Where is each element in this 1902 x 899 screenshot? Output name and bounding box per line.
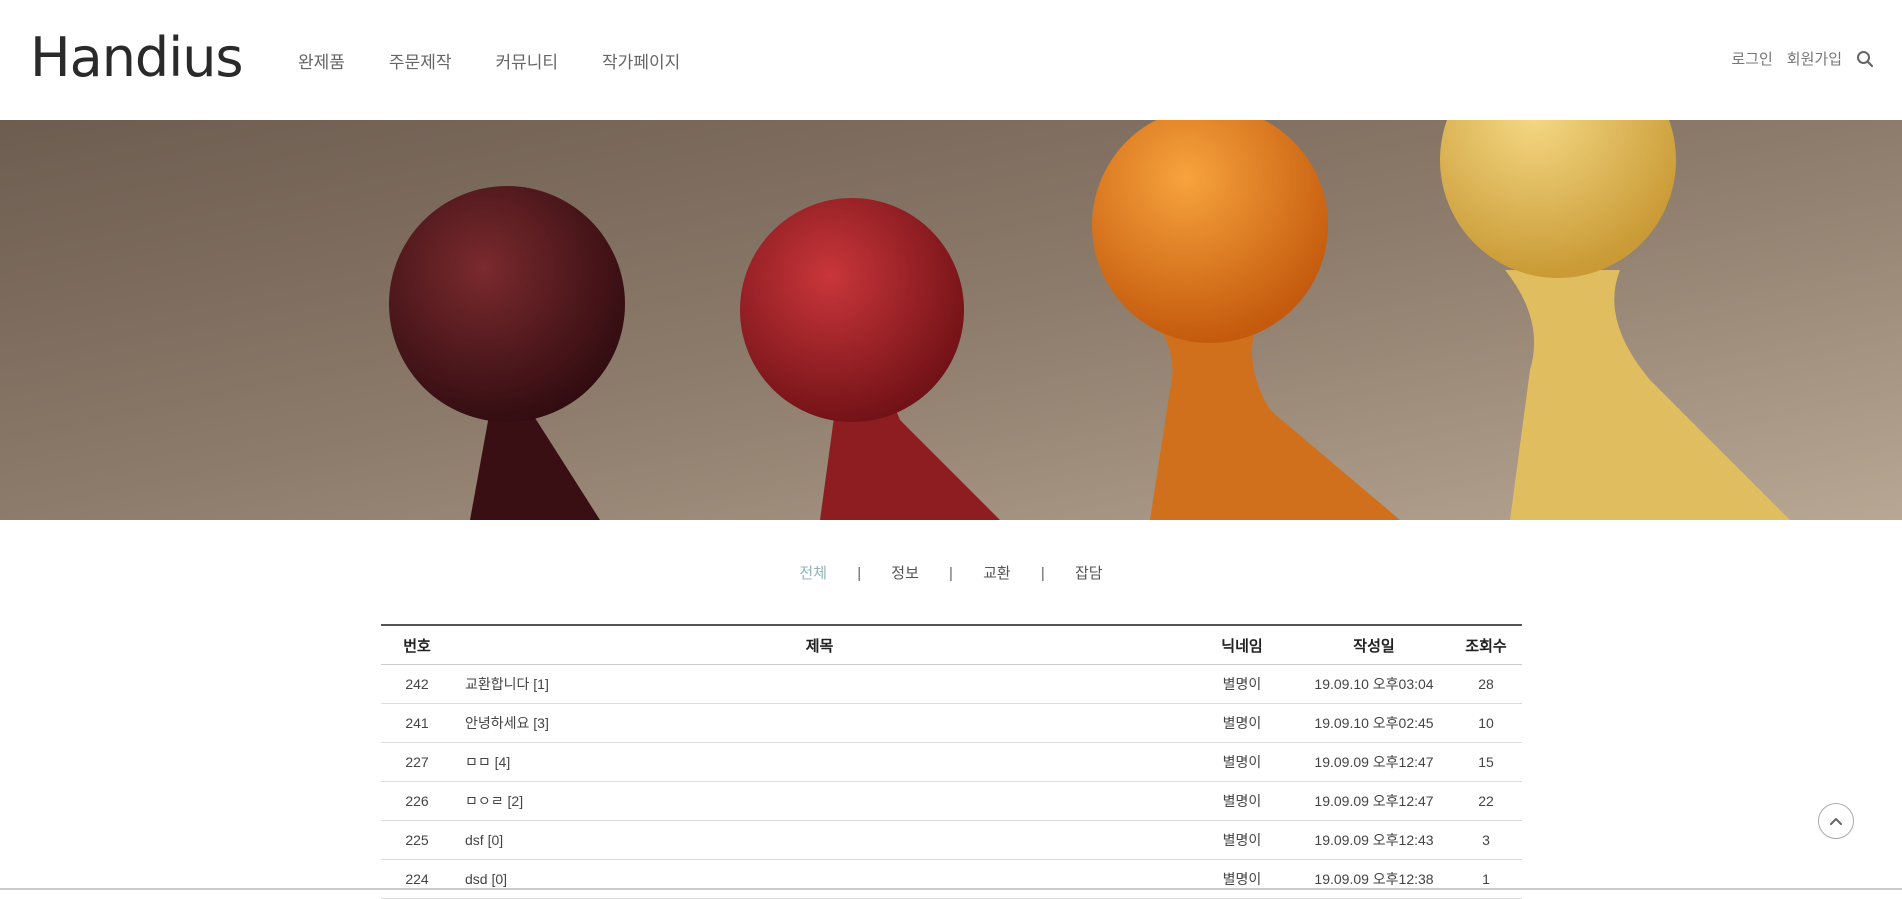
post-date: 19.09.09 오후12:43 — [1298, 820, 1450, 860]
post-views: 22 — [1450, 781, 1522, 821]
post-date: 19.09.09 오후12:47 — [1298, 742, 1450, 782]
post-views: 15 — [1450, 742, 1522, 782]
post-views: 28 — [1450, 664, 1522, 704]
post-date: 19.09.09 오후12:38 — [1298, 859, 1450, 899]
post-no: 226 — [381, 781, 453, 821]
post-title-link[interactable]: dsd [0] — [453, 859, 1186, 899]
post-no: 225 — [381, 820, 453, 860]
header-date: 작성일 — [1298, 624, 1450, 665]
post-title-link[interactable]: 교환합니다 [1] — [453, 664, 1186, 704]
board-table: 번호 제목 닉네임 작성일 조회수 242 교환합니다 [1] 별명이 19.0… — [381, 624, 1522, 899]
logo[interactable]: Handius — [30, 26, 244, 90]
header-no: 번호 — [381, 624, 453, 665]
post-no: 241 — [381, 703, 453, 743]
tab-exchange[interactable]: 교환 — [983, 565, 1011, 582]
post-date: 19.09.10 오후03:04 — [1298, 664, 1450, 704]
post-views: 3 — [1450, 820, 1522, 860]
post-views: 1 — [1450, 859, 1522, 899]
table-row[interactable]: 242 교환합니다 [1] 별명이 19.09.10 오후03:04 28 — [381, 664, 1522, 704]
header-nickname: 닉네임 — [1186, 624, 1298, 665]
wooden-pawns-image — [0, 120, 1902, 520]
table-row[interactable]: 227 ㅁㅁ [4] 별명이 19.09.09 오후12:47 15 — [381, 742, 1522, 782]
post-views: 10 — [1450, 703, 1522, 743]
post-no: 227 — [381, 742, 453, 782]
post-nickname: 별명이 — [1186, 820, 1298, 860]
tab-separator: | — [949, 565, 953, 582]
post-nickname: 별명이 — [1186, 742, 1298, 782]
tab-separator: | — [1040, 565, 1045, 582]
nav-item-finished-goods[interactable]: 완제품 — [298, 48, 345, 73]
post-title-link[interactable]: dsf [0] — [453, 820, 1186, 860]
table-row[interactable]: 241 안녕하세요 [3] 별명이 19.09.10 오후02:45 10 — [381, 703, 1522, 743]
scroll-to-top-button[interactable] — [1818, 803, 1854, 839]
header-title: 제목 — [453, 624, 1186, 665]
signup-link[interactable]: 회원가입 — [1787, 48, 1842, 69]
post-nickname: 별명이 — [1186, 664, 1298, 704]
table-row[interactable]: 226 ㅁㅇㄹ [2] 별명이 19.09.09 오후12:47 22 — [381, 781, 1522, 821]
post-title-link[interactable]: ㅁㅇㄹ [2] — [453, 781, 1186, 821]
nav-item-artist-page[interactable]: 작가페이지 — [602, 48, 680, 73]
login-link[interactable]: 로그인 — [1731, 48, 1772, 69]
table-row[interactable]: 225 dsf [0] 별명이 19.09.09 오후12:43 3 — [381, 820, 1522, 860]
nav-item-custom-order[interactable]: 주문제작 — [389, 48, 452, 73]
user-utilities: 로그인 회원가입 — [1717, 48, 1874, 69]
post-nickname: 별명이 — [1186, 703, 1298, 743]
site-header: Handius 완제품 주문제작 커뮤니티 작가페이지 로그인 회원가입 — [0, 0, 1902, 120]
post-title-link[interactable]: ㅁㅁ [4] — [453, 742, 1186, 782]
post-nickname: 별명이 — [1186, 781, 1298, 821]
tab-all[interactable]: 전체 — [799, 565, 827, 582]
post-no: 242 — [381, 664, 453, 704]
post-date: 19.09.09 오후12:47 — [1298, 781, 1450, 821]
category-tabs: 전체 | 정보 | 교환 | 잡담 — [0, 562, 1902, 583]
tab-chat[interactable]: 잡담 — [1075, 565, 1103, 582]
main-nav: 완제품 주문제작 커뮤니티 작가페이지 — [298, 48, 724, 73]
tab-info[interactable]: 정보 — [891, 565, 919, 582]
table-header-row: 번호 제목 닉네임 작성일 조회수 — [381, 624, 1522, 665]
nav-item-community[interactable]: 커뮤니티 — [495, 48, 558, 73]
post-nickname: 별명이 — [1186, 859, 1298, 899]
table-row[interactable]: 224 dsd [0] 별명이 19.09.09 오후12:38 1 — [381, 859, 1522, 899]
post-date: 19.09.10 오후02:45 — [1298, 703, 1450, 743]
post-no: 224 — [381, 859, 453, 899]
post-title-link[interactable]: 안녕하세요 [3] — [453, 703, 1186, 743]
tab-separator: | — [857, 565, 862, 582]
hero-banner — [0, 120, 1902, 520]
chevron-up-icon — [1830, 818, 1842, 825]
header-views: 조회수 — [1450, 624, 1522, 665]
search-icon[interactable] — [1856, 50, 1874, 68]
